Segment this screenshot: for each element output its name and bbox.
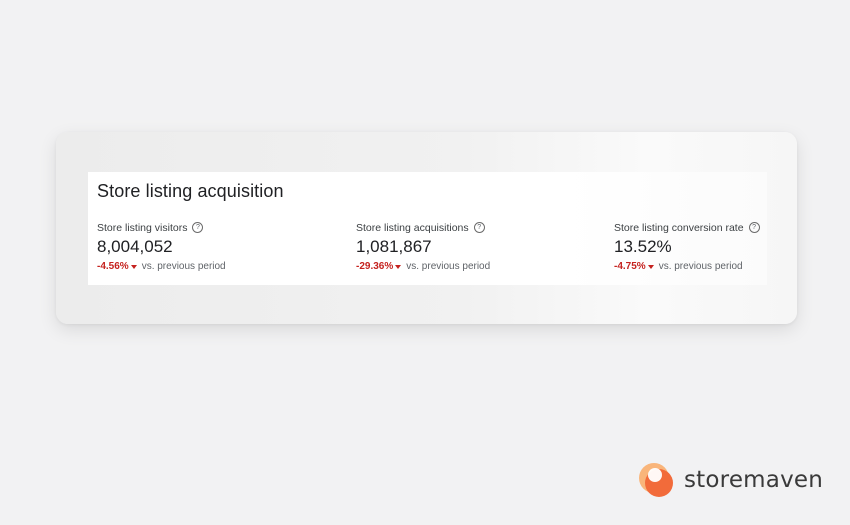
store-listing-acquisition-card: Store listing acquisition Store listing … [88, 172, 767, 285]
change-percentage: -29.36% [356, 261, 394, 272]
comparison-label: vs. previous period [141, 261, 226, 272]
metric-change-row: -4.56% vs. previous period [97, 260, 327, 273]
metric-value: 8,004,052 [97, 237, 173, 256]
metric-label: Store listing acquisitions [356, 221, 469, 234]
metric-change-row: -29.36% vs. previous period [356, 260, 586, 273]
down-arrow-icon [647, 264, 654, 269]
help-circle-icon[interactable]: ? [473, 222, 485, 233]
metric-change-row: -4.75% vs. previous period [614, 260, 844, 273]
metric-label: Store listing conversion rate [614, 221, 744, 234]
metric-label-row: Store listing conversion rate ? [614, 220, 844, 235]
down-arrow-icon [130, 264, 137, 269]
change-percentage: -4.56% [97, 261, 129, 272]
help-circle-icon[interactable]: ? [192, 222, 204, 233]
metric-store-listing-conversion-rate: Store listing conversion rate ? 13.52% -… [614, 220, 844, 273]
metric-store-listing-acquisitions: Store listing acquisitions ? 1,081,867 -… [356, 220, 586, 273]
storemaven-brand: storemaven [638, 461, 823, 499]
storemaven-logo-icon [639, 463, 673, 497]
metric-label-row: Store listing visitors ? [97, 220, 327, 235]
metric-label: Store listing visitors [97, 221, 188, 234]
metric-value: 1,081,867 [356, 237, 432, 256]
brand-name: storemaven [684, 467, 824, 493]
comparison-label: vs. previous period [406, 261, 491, 272]
comparison-label: vs. previous period [658, 261, 743, 272]
change-percentage: -4.75% [614, 261, 646, 272]
down-arrow-icon [395, 264, 402, 269]
help-circle-icon[interactable]: ? [748, 222, 760, 233]
metric-label-row: Store listing acquisitions ? [356, 220, 586, 235]
card-title: Store listing acquisition [97, 181, 284, 201]
metric-value: 13.52% [614, 237, 672, 256]
metric-store-listing-visitors: Store listing visitors ? 8,004,052 -4.56… [97, 220, 327, 273]
